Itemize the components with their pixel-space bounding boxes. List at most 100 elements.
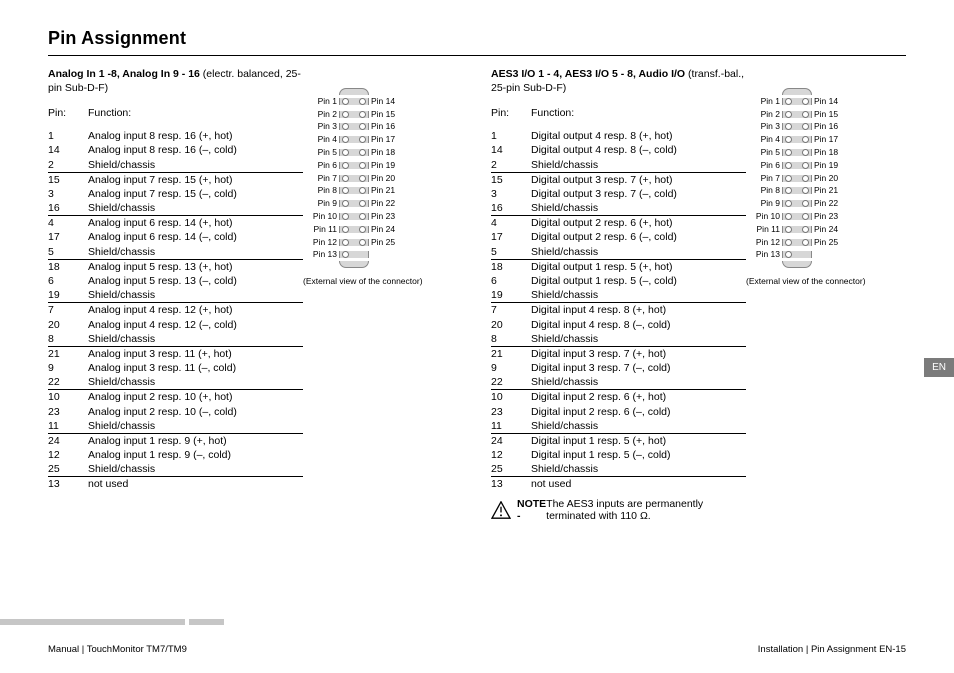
cell-function: Shield/chassis xyxy=(88,375,303,389)
table-subheading-bold: AES3 I/O 1 - 4, AES3 I/O 5 - 8, Audio I/… xyxy=(491,68,685,80)
cell-pin: 3 xyxy=(491,187,531,201)
connector-pin-label-left: Pin 9 xyxy=(746,198,782,209)
cell-pin: 19 xyxy=(491,288,531,302)
table-subheading: AES3 I/O 1 - 4, AES3 I/O 5 - 8, Audio I/… xyxy=(491,68,746,95)
pin-table-column: AES3 I/O 1 - 4, AES3 I/O 5 - 8, Audio I/… xyxy=(491,68,906,522)
connector-pin-label-right: Pin 21 xyxy=(812,185,850,196)
pin-group: 4Analog input 6 resp. 14 (+, hot)17Analo… xyxy=(48,216,303,260)
connector-pin-label-left: Pin 8 xyxy=(746,185,782,196)
table-row: 10Analog input 2 resp. 10 (+, hot) xyxy=(48,390,303,404)
pin-group: 24Digital input 1 resp. 5 (+, hot)12Digi… xyxy=(491,434,746,478)
table-row: 9Analog input 3 resp. 11 (–, cold) xyxy=(48,361,303,375)
cell-function: Shield/chassis xyxy=(88,462,303,476)
cell-pin: 8 xyxy=(491,332,531,346)
cell-function: Analog input 8 resp. 16 (+, hot) xyxy=(88,129,303,143)
connector-diagram: Pin 1Pin 14Pin 2Pin 15Pin 3Pin 16Pin 4Pi… xyxy=(303,88,463,287)
table-row: 15Analog input 7 resp. 15 (+, hot) xyxy=(48,173,303,187)
table-row: 21Digital input 3 resp. 7 (+, hot) xyxy=(491,347,746,361)
pin-group: 10Digital input 2 resp. 6 (+, hot)23Digi… xyxy=(491,390,746,434)
table-row: 22Shield/chassis xyxy=(491,375,746,389)
cell-pin: 23 xyxy=(491,405,531,419)
cell-pin: 23 xyxy=(48,405,88,419)
connector-pin-label-left: Pin 11 xyxy=(303,224,339,235)
pin-group: 4Digital output 2 resp. 6 (+, hot)17Digi… xyxy=(491,216,746,260)
connector-pin-label-right: Pin 17 xyxy=(812,134,850,145)
cell-function: Shield/chassis xyxy=(531,245,746,259)
footer: Manual | TouchMonitor TM7/TM9 Installati… xyxy=(0,644,954,655)
cell-pin: 12 xyxy=(491,448,531,462)
table-row: 16Shield/chassis xyxy=(491,201,746,215)
table-row: 11Shield/chassis xyxy=(48,419,303,433)
table-row: 12Digital input 1 resp. 5 (–, cold) xyxy=(491,448,746,462)
table-row: 8Shield/chassis xyxy=(48,332,303,346)
cell-function: Shield/chassis xyxy=(88,288,303,302)
cell-pin: 19 xyxy=(48,288,88,302)
table-row: 4Analog input 6 resp. 14 (+, hot) xyxy=(48,216,303,230)
cell-function: Analog input 8 resp. 16 (–, cold) xyxy=(88,143,303,157)
cell-pin: 18 xyxy=(491,260,531,274)
connector-pin-label-right: Pin 18 xyxy=(369,147,407,158)
table-row: 10Digital input 2 resp. 6 (+, hot) xyxy=(491,390,746,404)
language-tab: EN xyxy=(924,358,954,377)
connector-pin-label-right: Pin 19 xyxy=(369,160,407,171)
warning-icon xyxy=(491,500,511,520)
table-subheading-bold: Analog In 1 -8, Analog In 9 - 16 xyxy=(48,68,200,80)
connector-pin-label-right: Pin 15 xyxy=(369,109,407,120)
connector-pin-label-right: Pin 14 xyxy=(369,96,407,107)
connector-pin-label-left: Pin 13 xyxy=(303,249,339,260)
connector-pin-label-left: Pin 3 xyxy=(303,121,339,132)
table-row: 25Shield/chassis xyxy=(491,462,746,476)
cell-pin: 4 xyxy=(491,216,531,230)
connector-pin-label-left: Pin 7 xyxy=(303,173,339,184)
cell-pin: 15 xyxy=(491,173,531,187)
connector-pin-label-left: Pin 3 xyxy=(746,121,782,132)
table-row: 4Digital output 2 resp. 6 (+, hot) xyxy=(491,216,746,230)
connector-pin-label-right: Pin 20 xyxy=(812,173,850,184)
connector-pin-label-left: Pin 5 xyxy=(303,147,339,158)
cell-pin: 17 xyxy=(491,230,531,244)
cell-function: Analog input 5 resp. 13 (+, hot) xyxy=(88,260,303,274)
table-row: 16Shield/chassis xyxy=(48,201,303,215)
cell-pin: 2 xyxy=(48,158,88,172)
connector-pin-label-left: Pin 6 xyxy=(303,160,339,171)
connector-pin-label-right: Pin 16 xyxy=(812,121,850,132)
connector-caption: (External view of the connector) xyxy=(746,276,866,287)
table-row: 13not used xyxy=(48,477,303,491)
cell-pin: 18 xyxy=(48,260,88,274)
cell-pin: 10 xyxy=(48,390,88,404)
table-row: 5Shield/chassis xyxy=(491,245,746,259)
cell-function: Digital input 4 resp. 8 (–, cold) xyxy=(531,318,746,332)
cell-pin: 12 xyxy=(48,448,88,462)
connector-pin-label-right: Pin 19 xyxy=(812,160,850,171)
connector-pin-label-left: Pin 9 xyxy=(303,198,339,209)
cell-function: Analog input 5 resp. 13 (–, cold) xyxy=(88,274,303,288)
connector-pin-label-left: Pin 10 xyxy=(303,211,339,222)
connector-pin-label-left: Pin 4 xyxy=(746,134,782,145)
table-row: 11Shield/chassis xyxy=(491,419,746,433)
cell-function: Shield/chassis xyxy=(531,419,746,433)
connector-diagram: Pin 1Pin 14Pin 2Pin 15Pin 3Pin 16Pin 4Pi… xyxy=(746,88,906,287)
cell-function: not used xyxy=(88,477,303,491)
cell-function: Digital input 1 resp. 5 (–, cold) xyxy=(531,448,746,462)
cell-pin: 16 xyxy=(491,201,531,215)
table-row: 23Analog input 2 resp. 10 (–, cold) xyxy=(48,405,303,419)
connector-pin-label-right: Pin 14 xyxy=(812,96,850,107)
cell-pin: 13 xyxy=(48,477,88,491)
pin-group: 21Digital input 3 resp. 7 (+, hot)9Digit… xyxy=(491,347,746,391)
connector-pin-label-right: Pin 25 xyxy=(369,237,407,248)
pin-group: 18Digital output 1 resp. 5 (+, hot)6Digi… xyxy=(491,260,746,304)
cell-pin: 4 xyxy=(48,216,88,230)
table-row: 6Analog input 5 resp. 13 (–, cold) xyxy=(48,274,303,288)
cell-pin: 1 xyxy=(491,129,531,143)
table-row: 7Analog input 4 resp. 12 (+, hot) xyxy=(48,303,303,317)
cell-function: Shield/chassis xyxy=(531,462,746,476)
cell-pin: 21 xyxy=(48,347,88,361)
cell-pin: 15 xyxy=(48,173,88,187)
table-row: 6Digital output 1 resp. 5 (–, cold) xyxy=(491,274,746,288)
cell-function: Digital output 2 resp. 6 (+, hot) xyxy=(531,216,746,230)
cell-function: not used xyxy=(531,477,746,491)
table-row: 5Shield/chassis xyxy=(48,245,303,259)
table-row: 2Shield/chassis xyxy=(48,158,303,172)
cell-function: Digital output 4 resp. 8 (+, hot) xyxy=(531,129,746,143)
connector-pin-label-right: Pin 22 xyxy=(369,198,407,209)
